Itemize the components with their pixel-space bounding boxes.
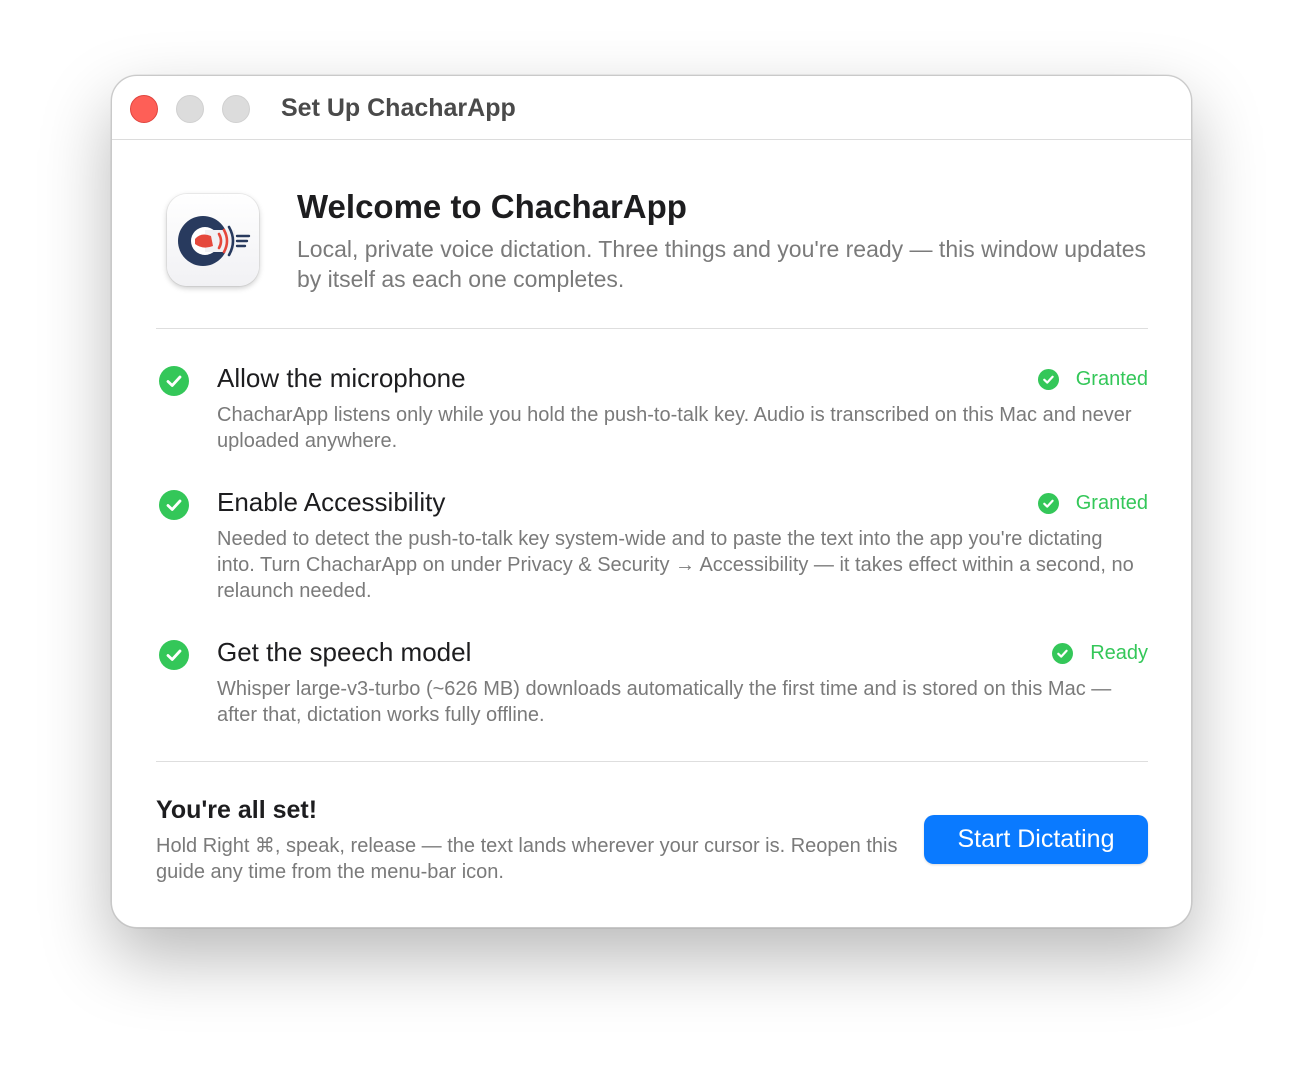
step-description: Whisper large-v3-turbo (~626 MB) downloa… [217, 678, 1112, 726]
status-badge: Granted [1037, 366, 1148, 392]
status-label: Granted [1075, 367, 1148, 390]
checkmark-circle-icon [159, 366, 189, 396]
chacharapp-app-icon [167, 194, 259, 286]
window-title: Set Up ChacharApp [281, 94, 516, 122]
footer-description: Hold Right ⌘, speak, release — the text … [156, 835, 898, 883]
welcome-title: Welcome to ChacharApp [297, 188, 687, 225]
minimize-button [176, 95, 204, 123]
checkmark-circle-icon [1037, 492, 1059, 514]
start-dictating-button[interactable]: Start Dictating [924, 815, 1148, 864]
checkmark-circle-icon [1052, 642, 1074, 664]
setup-window: Set Up ChacharApp Welcome to ChacharApp … [111, 75, 1192, 928]
step-description: ChacharApp listens only while you hold t… [217, 404, 1132, 452]
status-badge: Granted [1037, 490, 1148, 516]
divider [156, 328, 1148, 329]
step-description: Needed to detect the push-to-talk key sy… [217, 528, 1134, 602]
status-badge: Ready [1052, 640, 1148, 666]
welcome-subtitle: Local, private voice dictation. Three th… [297, 236, 1147, 292]
footer-title: You're all set! [156, 796, 318, 824]
zoom-button [222, 95, 250, 123]
step-title: Enable Accessibility [217, 487, 446, 517]
checkmark-circle-icon [159, 490, 189, 520]
step-title: Get the speech model [217, 637, 472, 667]
status-label: Granted [1075, 491, 1148, 514]
step-title: Allow the microphone [217, 363, 466, 393]
divider [156, 761, 1148, 762]
title-bar: Set Up ChacharApp [112, 76, 1191, 140]
close-button[interactable] [130, 95, 158, 123]
checkmark-circle-icon [159, 640, 189, 670]
status-label: Ready [1090, 641, 1148, 664]
checkmark-circle-icon [1037, 368, 1059, 390]
